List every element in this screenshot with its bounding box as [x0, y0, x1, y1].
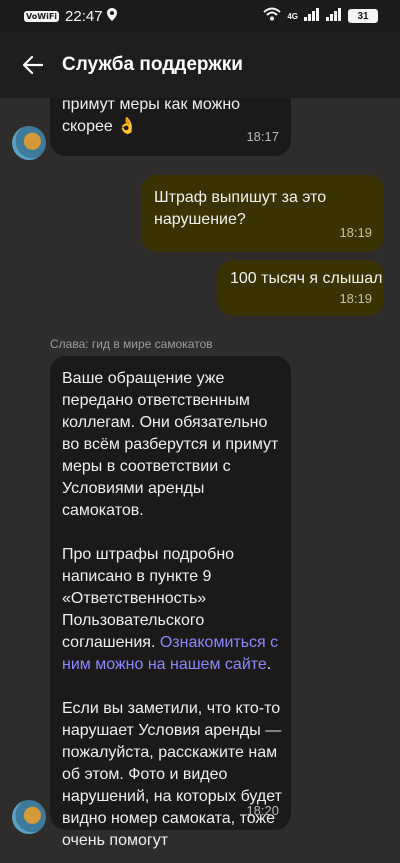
- message-text: 100 тысяч я слышал: [230, 270, 383, 287]
- location-icon: [106, 7, 117, 25]
- vowifi-icon: VoWiFi: [24, 10, 60, 22]
- message-time: 18:17: [246, 129, 279, 144]
- message-paragraph: Ваше обращение уже передано ответственны…: [62, 370, 279, 519]
- outgoing-message: 100 тысяч я слышал 18:19: [218, 260, 384, 316]
- message-paragraph: Про штрафы подробно написано в пункте 9 …: [62, 544, 287, 676]
- signal-icon-secondary: [326, 7, 342, 25]
- status-bar: VoWiFi 22:47 4G 31: [0, 0, 400, 32]
- sender-name: Слава: гид в мире самокатов: [50, 337, 213, 351]
- battery-icon: 31: [348, 9, 378, 23]
- message-time: 18:20: [246, 803, 279, 818]
- arrow-left-icon: [23, 56, 43, 74]
- message-text: примут меры как можно скорее 👌: [62, 98, 241, 135]
- chat-header: Служба поддержки: [0, 32, 400, 98]
- message-paragraph: Если вы заметили, что кто-то нарушает Ус…: [62, 700, 282, 849]
- message-text-end: .: [266, 656, 272, 673]
- signal-icon: [304, 7, 320, 25]
- page-title: Служба поддержки: [62, 54, 243, 75]
- incoming-message: Ваше обращение уже передано ответственны…: [50, 356, 291, 849]
- wifi-icon: [263, 7, 281, 25]
- back-button[interactable]: [16, 48, 50, 82]
- message-time: 18:19: [339, 291, 372, 306]
- message-text: Штраф выпишут за это нарушение?: [154, 189, 327, 228]
- status-time: 22:47: [65, 7, 103, 25]
- message-time: 18:19: [339, 225, 372, 240]
- outgoing-message: Штраф выпишут за это нарушение? 18:19: [141, 175, 384, 252]
- avatar: [12, 126, 46, 160]
- avatar: [12, 800, 46, 834]
- incoming-message: примут меры как можно скорее 👌 18:17: [50, 98, 291, 156]
- network-type-label: 4G: [287, 11, 298, 21]
- chat-messages[interactable]: примут меры как можно скорее 👌 18:17 Штр…: [0, 98, 400, 863]
